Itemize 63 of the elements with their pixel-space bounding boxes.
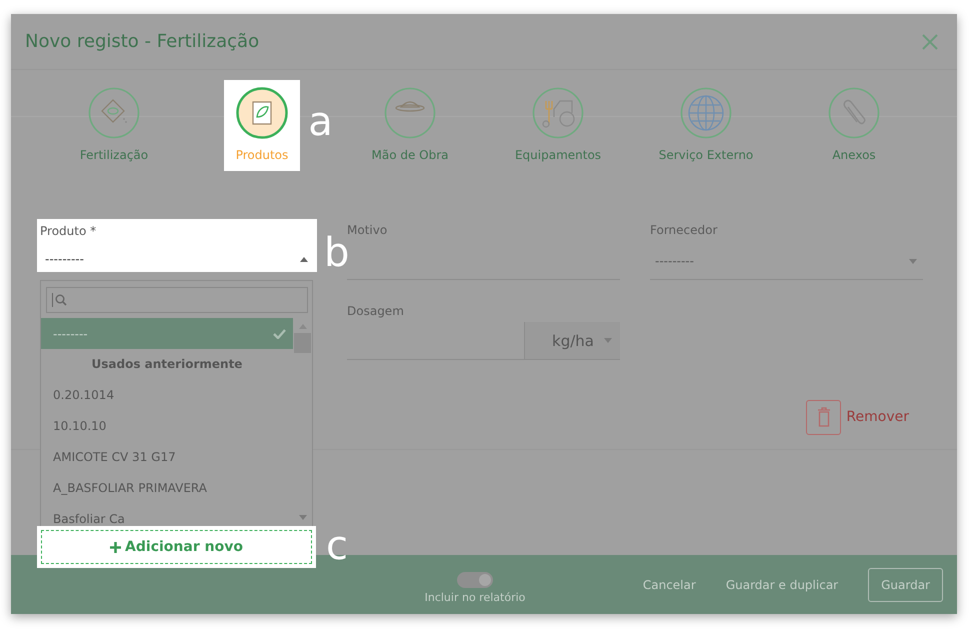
field-label: Dosagem bbox=[347, 304, 405, 318]
search-icon bbox=[55, 294, 67, 306]
check-icon bbox=[273, 328, 286, 338]
dropdown-option[interactable]: 0.20.1014 bbox=[41, 379, 293, 410]
plus-icon bbox=[110, 542, 122, 552]
step-label: Anexos bbox=[832, 148, 876, 162]
seed-bag-icon bbox=[88, 87, 140, 139]
close-button[interactable] bbox=[921, 32, 939, 50]
step-label: Fertilização bbox=[80, 148, 148, 162]
paperclip-icon bbox=[828, 87, 880, 139]
hat-icon bbox=[384, 87, 436, 139]
option-text: AMICOTE CV 31 G17 bbox=[53, 450, 176, 464]
caret-down-icon bbox=[298, 515, 306, 520]
caret-down-icon bbox=[909, 258, 917, 264]
step-label: Produtos bbox=[236, 148, 288, 162]
globe-icon bbox=[680, 87, 732, 139]
dosage-field[interactable]: kg/ha bbox=[347, 322, 620, 360]
callout-letter: c bbox=[326, 526, 348, 566]
option-text: 0.20.1014 bbox=[53, 388, 114, 402]
callout-letter: a bbox=[308, 102, 333, 142]
option-text: Basfoliar Ca bbox=[53, 512, 125, 526]
footer-button[interactable]: Cancelar bbox=[642, 578, 696, 592]
step-tab[interactable]: Serviço Externo bbox=[646, 80, 766, 171]
step-tab[interactable]: Fertilização bbox=[68, 80, 160, 171]
dropdown-option[interactable]: 10.10.10 bbox=[41, 410, 293, 441]
seed-bag-icon bbox=[236, 87, 288, 139]
toggle-label: Incluir no relatório bbox=[424, 590, 526, 604]
dropdown-option[interactable]: Basfoliar Ca bbox=[41, 503, 293, 526]
select-value: --------- bbox=[45, 252, 84, 266]
remove-button[interactable]: Remover bbox=[806, 385, 909, 449]
field-label: Fornecedor bbox=[650, 223, 718, 237]
caret-down-icon bbox=[604, 338, 612, 343]
supplier-select[interactable]: Fornecedor --------- bbox=[650, 219, 923, 280]
save-button[interactable]: Guardar bbox=[868, 568, 943, 602]
scroll-thumb[interactable] bbox=[294, 333, 311, 353]
step-tab[interactable]: Mão de Obra bbox=[359, 80, 461, 171]
callout-letter: b bbox=[324, 233, 350, 273]
caret-up-icon bbox=[300, 256, 308, 262]
dropdown-option[interactable]: A_BASFOLIAR PRIMAVERA bbox=[41, 472, 293, 503]
option-text: -------- bbox=[53, 326, 88, 340]
reason-field[interactable]: Motivo bbox=[347, 219, 620, 280]
step-label: Serviço Externo bbox=[658, 148, 754, 162]
product-select[interactable]: Produto * --------- bbox=[37, 219, 317, 272]
search-field[interactable] bbox=[46, 287, 308, 313]
field-label: Motivo bbox=[347, 223, 388, 237]
option-text: A_BASFOLIAR PRIMAVERA bbox=[53, 480, 207, 494]
tractor-icon bbox=[532, 87, 584, 139]
trash-icon bbox=[816, 407, 831, 427]
footer-button[interactable]: Guardar e duplicar bbox=[726, 578, 838, 592]
step-tab[interactable]: Anexos bbox=[816, 80, 892, 171]
dialog-title: Novo registo - Fertilização bbox=[25, 31, 260, 52]
step-label: Mão de Obra bbox=[371, 148, 449, 162]
step-tab[interactable]: Equipamentos bbox=[502, 80, 614, 171]
unit-select[interactable]: kg/ha bbox=[524, 322, 620, 359]
field-label: Produto * bbox=[40, 224, 98, 238]
step-label: Equipamentos bbox=[514, 148, 602, 162]
close-icon bbox=[921, 32, 939, 50]
dropdown-option[interactable]: AMICOTE CV 31 G17 bbox=[41, 441, 293, 472]
group-heading: Usados anteriormente bbox=[90, 356, 244, 373]
select-value: --------- bbox=[655, 254, 694, 268]
report-toggle[interactable] bbox=[457, 572, 493, 588]
dropdown-option[interactable]: -------- bbox=[41, 318, 293, 349]
option-text: 10.10.10 bbox=[53, 418, 106, 432]
